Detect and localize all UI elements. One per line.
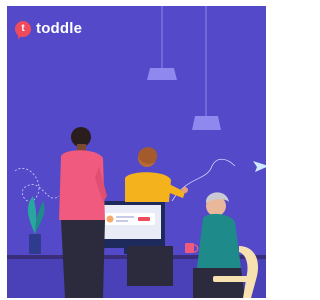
flight-path-line [14,168,60,202]
team-collaboration-illustration [7,6,266,298]
coffee-cup-icon [185,243,199,253]
person-woman-teal-top [193,192,245,298]
person-man-pink-shirt [59,127,107,298]
paper-plane-icon [253,161,266,172]
page: t toddle [0,0,269,300]
plant-icon [27,196,45,254]
hero-illustration-panel: t toddle [7,6,266,298]
pendant-lamp-icon [147,6,177,80]
pendant-lamp-icon [192,6,221,130]
